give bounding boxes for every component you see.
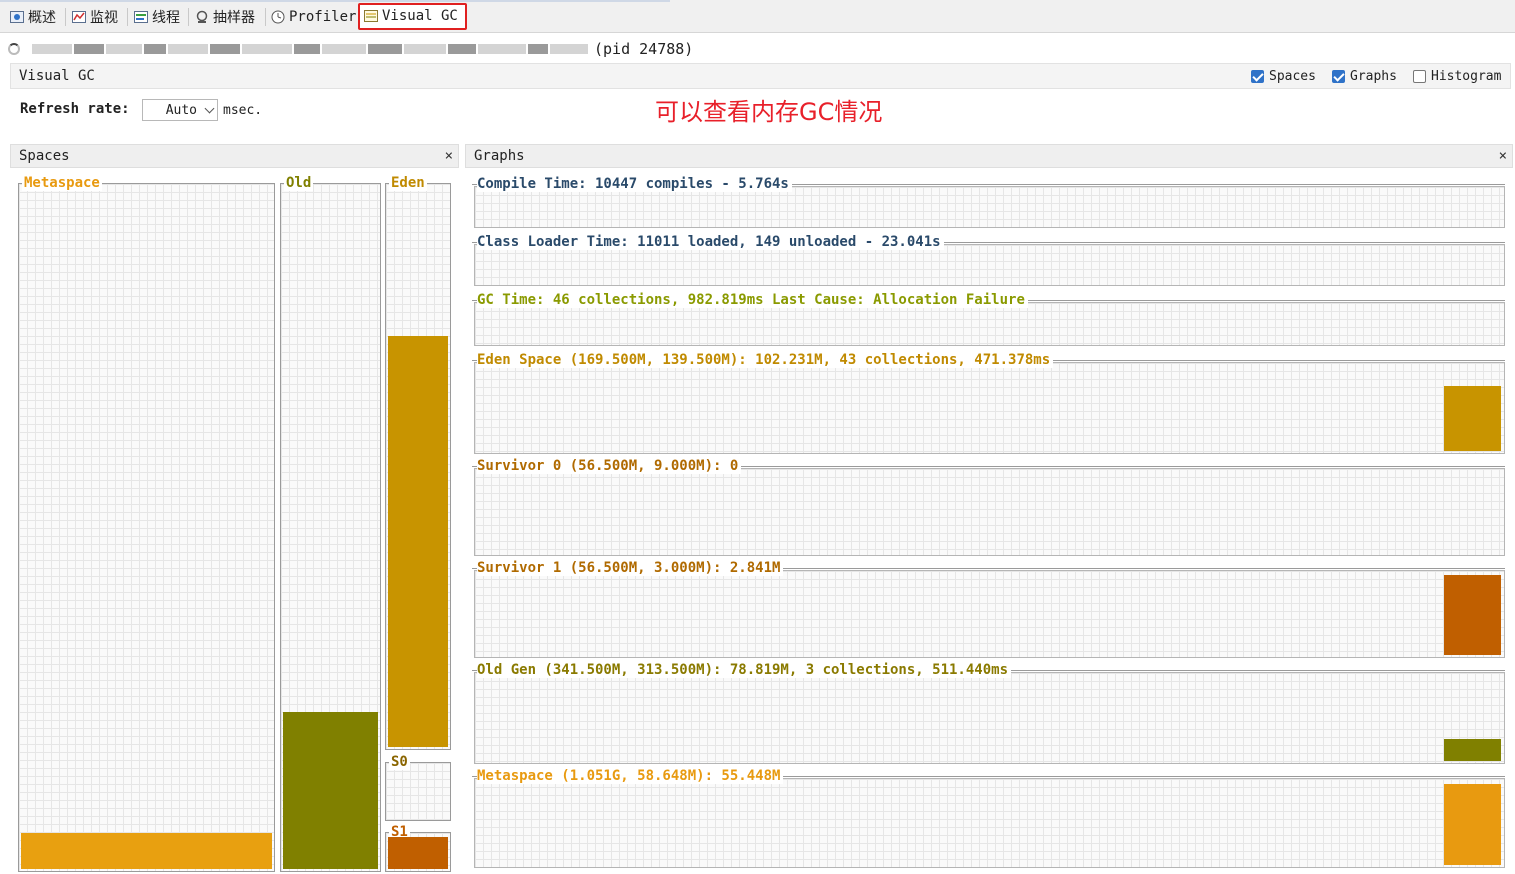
graph-title: GC Time: 46 collections, 982.819ms Last … bbox=[477, 292, 1028, 308]
graph-level-fill bbox=[1444, 575, 1501, 655]
overview-icon bbox=[10, 10, 24, 24]
refresh-rate-label: Refresh rate: bbox=[20, 101, 130, 117]
graphs-close-icon[interactable]: × bbox=[1499, 145, 1507, 167]
graph-level-fill bbox=[1444, 784, 1501, 865]
graphs-checkbox[interactable]: Graphs bbox=[1332, 69, 1397, 84]
monitor-chart-icon bbox=[72, 10, 86, 24]
tab-bar: 概述 监视 线程 抽样器 Profiler Visual GC bbox=[0, 0, 1515, 33]
graph-level-fill bbox=[1444, 739, 1501, 761]
histogram-checkbox[interactable]: Histogram bbox=[1413, 69, 1501, 84]
graphs-panel-header: Graphs × bbox=[465, 144, 1513, 168]
tab-threads-label: 线程 bbox=[152, 10, 180, 26]
tab-profiler[interactable]: Profiler bbox=[271, 6, 356, 28]
refresh-rate-unit: msec. bbox=[223, 103, 263, 118]
graph-plot bbox=[474, 302, 1505, 346]
spaces-panel-title: Spaces bbox=[19, 148, 70, 164]
graph-plot bbox=[474, 778, 1505, 868]
graph-title: Metaspace (1.051G, 58.648M): 55.448M bbox=[477, 768, 784, 784]
annotation-text: 可以查看内存GC情况 bbox=[655, 98, 883, 126]
redacted-process-name bbox=[32, 44, 590, 54]
old-label: Old bbox=[284, 175, 314, 191]
checkbox-unchecked-icon bbox=[1413, 70, 1426, 83]
s0-space: S0 bbox=[385, 754, 451, 821]
graph-title: Class Loader Time: 11011 loaded, 149 unl… bbox=[477, 234, 944, 250]
graph-title: Old Gen (341.500M, 313.500M): 78.819M, 3… bbox=[477, 662, 1012, 678]
s1-space: S1 bbox=[385, 824, 451, 872]
graph-title: Survivor 1 (56.500M, 3.000M): 2.841M bbox=[477, 560, 784, 576]
graph-plot bbox=[474, 362, 1505, 454]
graph-plot bbox=[474, 186, 1505, 228]
tab-overview[interactable]: 概述 bbox=[10, 6, 56, 28]
s0-label: S0 bbox=[389, 754, 410, 770]
checkbox-checked-icon bbox=[1251, 70, 1264, 83]
metaspace-space: Metaspace bbox=[18, 175, 275, 872]
process-pid: (pid 24788) bbox=[594, 40, 694, 58]
profiler-clock-icon bbox=[271, 10, 285, 24]
spaces-checkbox[interactable]: Spaces bbox=[1251, 69, 1316, 84]
tab-overview-label: 概述 bbox=[28, 10, 56, 26]
tab-sampler-label: 抽样器 bbox=[213, 10, 255, 26]
refresh-rate-select[interactable]: Auto bbox=[142, 99, 218, 121]
page-title: Visual GC bbox=[19, 68, 95, 84]
tab-visual-gc[interactable]: Visual GC bbox=[364, 5, 458, 27]
process-line: (pid 24788) bbox=[8, 38, 693, 60]
graph-plot bbox=[474, 570, 1505, 658]
histogram-checkbox-label: Histogram bbox=[1431, 69, 1502, 84]
spaces-checkbox-label: Spaces bbox=[1269, 69, 1316, 84]
tab-monitor-label: 监视 bbox=[90, 10, 118, 26]
loading-spinner-icon bbox=[8, 43, 20, 55]
threads-icon bbox=[134, 10, 148, 24]
graph-plot bbox=[474, 672, 1505, 764]
chevron-down-icon bbox=[204, 103, 215, 114]
visual-gc-header: Visual GC Spaces Graphs Histogram bbox=[10, 63, 1511, 89]
checkbox-checked-icon bbox=[1332, 70, 1345, 83]
refresh-rate-value: Auto bbox=[165, 102, 197, 118]
tab-profiler-label: Profiler bbox=[289, 9, 357, 25]
old-used-fill bbox=[283, 712, 378, 869]
graphs-checkbox-label: Graphs bbox=[1350, 69, 1397, 84]
tab-monitor[interactable]: 监视 bbox=[72, 6, 118, 28]
graph-plot bbox=[474, 468, 1505, 556]
s1-used-fill bbox=[388, 837, 448, 869]
spaces-close-icon[interactable]: × bbox=[445, 145, 453, 167]
graph-level-fill bbox=[1444, 386, 1501, 451]
graph-title: Eden Space (169.500M, 139.500M): 102.231… bbox=[477, 352, 1054, 368]
visual-gc-icon bbox=[364, 9, 378, 23]
eden-space: Eden bbox=[385, 175, 451, 750]
eden-used-fill bbox=[388, 336, 448, 747]
spaces-panel-header: Spaces × bbox=[10, 144, 459, 168]
graph-title: Compile Time: 10447 compiles - 5.764s bbox=[477, 176, 792, 192]
graph-plot bbox=[474, 244, 1505, 286]
old-space: Old bbox=[280, 175, 381, 872]
metaspace-used-fill bbox=[21, 833, 272, 869]
tab-visual-gc-label: Visual GC bbox=[382, 8, 458, 24]
metaspace-label: Metaspace bbox=[22, 175, 102, 191]
eden-label: Eden bbox=[389, 175, 427, 191]
tab-sampler[interactable]: 抽样器 bbox=[195, 6, 255, 28]
graphs-panel-title: Graphs bbox=[474, 148, 525, 164]
graph-title: Survivor 0 (56.500M, 9.000M): 0 bbox=[477, 458, 742, 474]
tab-threads[interactable]: 线程 bbox=[134, 6, 180, 28]
sampler-icon bbox=[195, 10, 209, 24]
